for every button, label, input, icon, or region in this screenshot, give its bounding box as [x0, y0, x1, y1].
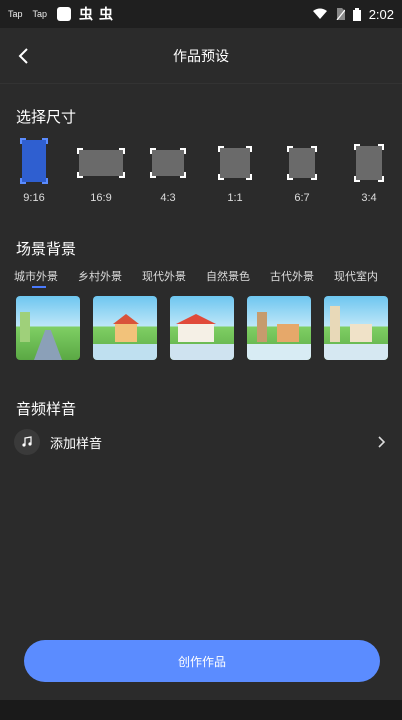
- chevron-right-icon: [378, 436, 386, 448]
- status-time: 2:02: [368, 6, 394, 22]
- size-frame: [287, 146, 317, 180]
- size-label: 9:16: [23, 192, 45, 204]
- size-frame: [20, 138, 48, 184]
- size-option-3-4[interactable]: 3:4: [339, 140, 399, 204]
- page-title: 作品预设: [173, 48, 229, 65]
- size-option-4-3[interactable]: 4:3: [138, 140, 198, 204]
- scene-thumb-country-field[interactable]: [93, 296, 157, 360]
- size-section-title: 选择尺寸: [16, 108, 77, 126]
- tab-modern-outdoor[interactable]: 现代外景: [142, 268, 206, 284]
- add-sample-audio-row[interactable]: 添加样音: [14, 428, 388, 456]
- size-options: 9:16 16:9 4:3 1:1 6:7 3:4: [0, 138, 402, 210]
- tab-nature[interactable]: 自然景色: [206, 268, 270, 284]
- add-sample-audio-label: 添加样音: [50, 436, 103, 452]
- scene-thumb-ancient-town[interactable]: [324, 296, 388, 360]
- status-bar: Tap Tap 虫 虫 2:02: [0, 0, 402, 28]
- status-app-label: Tap: [32, 9, 48, 19]
- size-label: 1:1: [227, 192, 243, 204]
- wifi-icon: [312, 8, 327, 19]
- size-option-1-1[interactable]: 1:1: [205, 140, 265, 204]
- size-label: 6:7: [294, 192, 310, 204]
- status-app-label: Tap: [8, 9, 23, 19]
- size-frame: [77, 148, 125, 178]
- tab-ancient[interactable]: 古代外景: [270, 268, 334, 284]
- scene-thumb-city-street[interactable]: [16, 296, 80, 360]
- chevron-left-icon[interactable]: [14, 46, 34, 66]
- create-work-button[interactable]: 创作作品: [24, 640, 380, 682]
- tab-country[interactable]: 乡村外景: [78, 268, 142, 284]
- size-frame: [218, 146, 252, 180]
- size-label: 4:3: [160, 192, 176, 204]
- sim-icon: [336, 8, 345, 20]
- size-label: 16:9: [90, 192, 112, 204]
- tab-city[interactable]: 城市外景: [14, 268, 78, 288]
- status-char: 虫: [99, 6, 114, 22]
- size-option-6-7[interactable]: 6:7: [272, 140, 332, 204]
- scene-thumb-nature-village[interactable]: [247, 296, 311, 360]
- size-option-16-9[interactable]: 16:9: [71, 140, 131, 204]
- battery-icon: [352, 7, 361, 21]
- scene-tabs: 城市外景 乡村外景 现代外景 自然景色 古代外景 现代室内: [14, 268, 398, 288]
- system-nav-bar: [0, 700, 402, 720]
- scene-thumbnails: [16, 296, 388, 360]
- size-frame: [150, 148, 186, 178]
- size-label: 3:4: [361, 192, 377, 204]
- notification-icon: [57, 7, 72, 21]
- header: 作品预设: [0, 28, 402, 84]
- audio-section-title: 音频样音: [16, 400, 77, 418]
- size-frame: [354, 144, 384, 182]
- scene-section-title: 场景背景: [16, 240, 77, 258]
- music-note-icon: [14, 429, 40, 455]
- status-char: 虫: [79, 6, 94, 22]
- size-option-9-16[interactable]: 9:16: [4, 138, 64, 204]
- scene-thumb-modern-town[interactable]: [170, 296, 234, 360]
- tab-modern-indoor[interactable]: 现代室内: [334, 268, 398, 284]
